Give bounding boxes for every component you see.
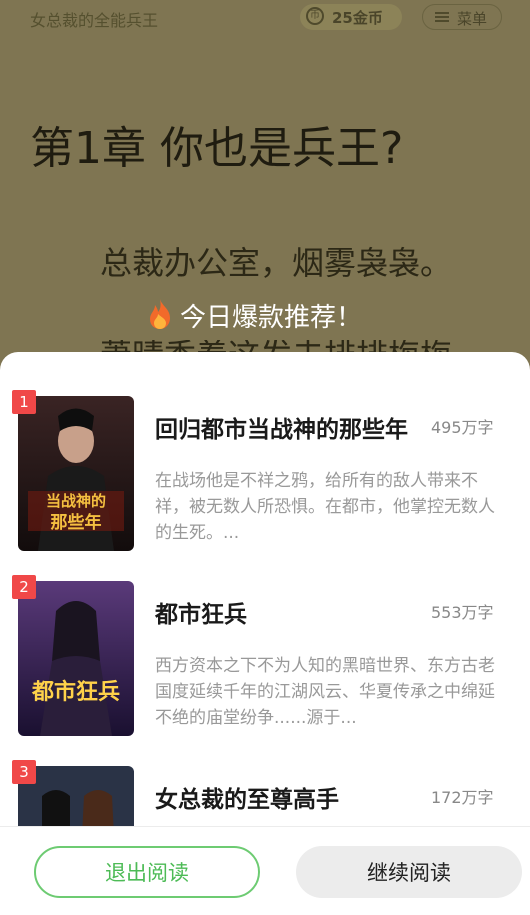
continue-reading-button[interactable]: 继续阅读 [296,846,522,898]
book-cover[interactable]: 当战神的 那些年 [18,396,134,551]
rank-badge: 2 [12,575,36,599]
chapter-paragraph: 总裁办公室，烟雾袅袅。 [100,244,453,282]
menu-label: 菜单 [457,10,488,28]
fire-icon [150,299,170,329]
word-count: 495万字 [431,418,494,437]
cover-title-text: 那些年 [51,512,102,533]
menu-button[interactable]: 菜单 [422,4,502,30]
book-cover[interactable]: 都市狂兵 [18,581,134,736]
coin-icon: 币 [306,7,324,25]
book-title-text: 女总裁的至尊高手 [155,787,339,813]
exit-reading-button[interactable]: 退出阅读 [34,846,260,898]
book-description: 西方资本之下不为人知的黑暗世界、东方古老国度延续千年的江湖风云、华夏传承之中绵延… [155,656,495,728]
book-item[interactable]: 当战神的 那些年 1 回归都市当战神的那些年 495万字 在战场他是不祥之鸦，给… [0,352,530,551]
book-description: 在战场他是不祥之鸦，给所有的敌人带来不祥，被无数人所恐惧。在都市，他掌控无数人的… [155,471,495,543]
word-count: 553万字 [431,603,494,622]
coin-balance-button[interactable]: 币 25金币 [300,4,402,30]
hamburger-icon [435,12,449,22]
rank-badge: 1 [12,390,36,414]
book-title-text: 都市狂兵 [155,602,247,628]
word-count: 172万字 [431,788,494,807]
sheet-footer: 退出阅读 继续阅读 [0,826,530,915]
rank-badge: 3 [12,760,36,784]
book-item[interactable]: 都市狂兵 2 都市狂兵 553万字 西方资本之下不为人知的黑暗世界、东方古老国度… [0,537,530,736]
book-title: 女总裁的全能兵王 [30,11,159,30]
chapter-title: 第1章 你也是兵王? [30,123,404,174]
book-title-text: 回归都市当战神的那些年 [155,417,408,443]
cover-image: 都市狂兵 [18,581,134,736]
cover-title-text: 当战神的 [46,492,106,510]
cover-title-text: 都市狂兵 [31,679,120,705]
promo-text: 今日爆款推荐！ [180,303,363,333]
reader-top-bar: 女总裁的全能兵王 币 25金币 菜单 [0,0,530,36]
cover-image: 当战神的 那些年 [18,396,134,551]
coin-balance-label: 25金币 [332,9,383,27]
recommendation-sheet: 当战神的 那些年 1 回归都市当战神的那些年 495万字 在战场他是不祥之鸦，给… [0,352,530,915]
